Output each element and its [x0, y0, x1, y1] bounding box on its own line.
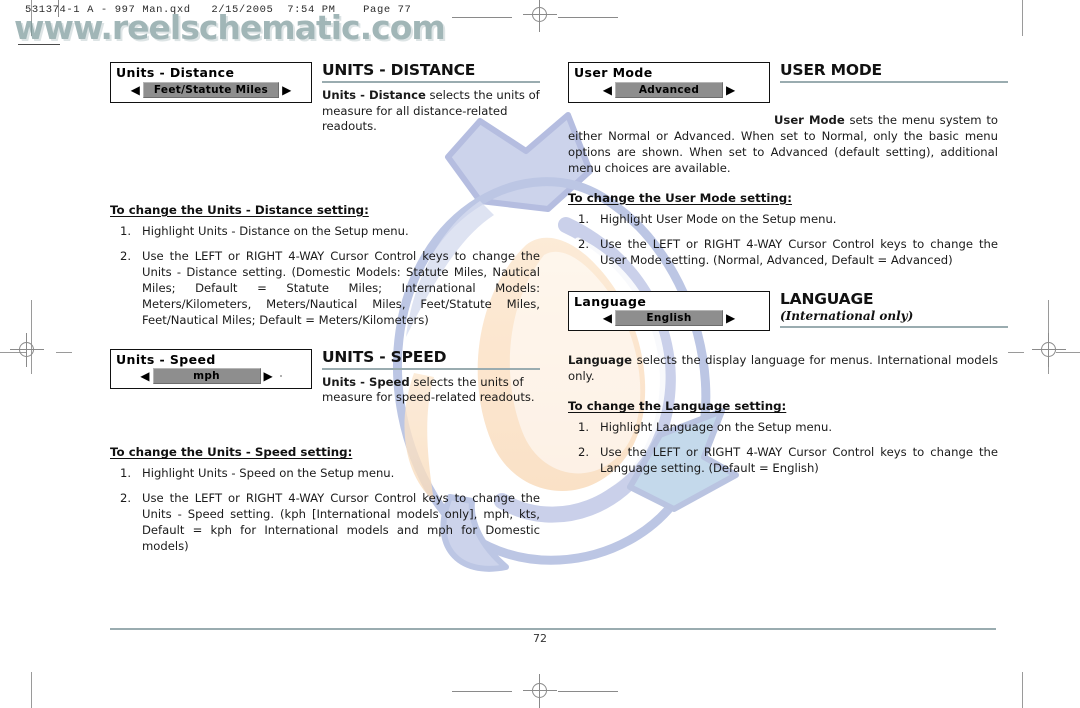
- trim-mark: [1022, 0, 1023, 36]
- section-intro-bold: Units - Speed: [322, 375, 410, 390]
- section-intro-bold: Units - Distance: [322, 88, 426, 103]
- howto-heading: To change the User Mode setting:: [568, 190, 792, 205]
- section-intro-rest: selects the display language for menus. …: [568, 353, 998, 384]
- menu-widget-value: Feet/Statute Miles: [142, 81, 280, 98]
- step-number: 1.: [578, 211, 590, 226]
- registration-mark-bottom: [523, 674, 557, 708]
- heading-rule: [322, 367, 540, 371]
- list-item: 1. Highlight Language on the Setup menu.: [568, 420, 998, 436]
- section-head-units-speed: UNITS - SPEED Units - Speed selects the …: [322, 347, 540, 406]
- left-arrow-icon[interactable]: ◀: [131, 84, 140, 96]
- menu-widget-units-speed[interactable]: Units - Speed ◀ mph ▶: [110, 348, 312, 390]
- section-heading: USER MODE: [780, 61, 882, 79]
- heading-rule: [322, 81, 540, 84]
- menu-widget-value: English: [615, 310, 723, 327]
- section-intro: Units - Distance selects the units of me…: [322, 88, 540, 134]
- list-item: 1. Highlight Units - Distance on the Setu…: [110, 224, 540, 240]
- trim-mark: [1008, 352, 1024, 353]
- section-user-mode: User Mode ◀ Advanced ▶ USER MODE User Mo…: [568, 62, 1008, 269]
- wordmark-underline: [18, 44, 60, 45]
- left-arrow-icon[interactable]: ◀: [140, 370, 149, 382]
- registration-mark-right: [1032, 333, 1066, 367]
- section-units-distance: Units - Distance ◀ Feet/Statute Miles ▶ …: [110, 62, 540, 329]
- step-number: 2.: [120, 248, 132, 263]
- step-number: 2.: [578, 445, 590, 460]
- step-number: 2.: [120, 491, 132, 506]
- step-number: 1.: [120, 466, 132, 481]
- list-item: 1. Highlight User Mode on the Setup menu.: [568, 212, 998, 228]
- steps-list: 1. Highlight User Mode on the Setup menu.…: [568, 212, 998, 269]
- step-text: Use the LEFT or RIGHT 4-WAY Cursor Contr…: [600, 445, 998, 476]
- registration-mark-left: [10, 333, 44, 367]
- menu-widget-value: mph: [152, 368, 261, 385]
- right-column: User Mode ◀ Advanced ▶ USER MODE User Mo…: [568, 62, 1008, 486]
- section-intro: Language selects the display language fo…: [568, 353, 998, 385]
- step-text: Highlight Units - Speed on the Setup men…: [142, 466, 395, 481]
- footer-rule: [110, 628, 996, 631]
- right-arrow-icon[interactable]: ▶: [726, 312, 735, 324]
- step-text: Use the LEFT or RIGHT 4-WAY Cursor Contr…: [142, 491, 540, 554]
- menu-widget-dot: [279, 375, 282, 378]
- menu-widget-title: User Mode: [574, 65, 653, 80]
- section-intro: Units - Speed selects the units of measu…: [322, 375, 540, 406]
- menu-widget-units-distance[interactable]: Units - Distance ◀ Feet/Statute Miles ▶: [110, 62, 312, 103]
- manual-page: 531374-1 A - 997 Man.qxd 2/15/2005 7:54 …: [0, 0, 1080, 708]
- registration-mark-top: [523, 0, 557, 32]
- heading-rule: [780, 81, 1008, 84]
- section-intro-bold: User Mode: [774, 112, 845, 127]
- steps-list: 1. Highlight Units - Distance on the Setu…: [110, 224, 540, 329]
- menu-widget-value: Advanced: [615, 81, 723, 98]
- steps-list: 1. Highlight Language on the Setup menu. …: [568, 420, 998, 477]
- section-heading: LANGUAGE: [780, 289, 874, 308]
- menu-widget-user-mode[interactable]: User Mode ◀ Advanced ▶: [568, 62, 770, 103]
- section-intro: User Mode sets the menu system to either…: [568, 113, 998, 177]
- steps-list: 1. Highlight Units - Speed on the Setup m…: [110, 466, 540, 555]
- trim-mark: [1022, 672, 1023, 708]
- right-arrow-icon[interactable]: ▶: [726, 84, 735, 96]
- list-item: 2. Use the LEFT or RIGHT 4-WAY Cursor Con…: [568, 237, 998, 269]
- list-item: 2. Use the LEFT or RIGHT 4-WAY Cursor Con…: [110, 491, 540, 555]
- registration-arm: [558, 17, 618, 18]
- right-arrow-icon[interactable]: ▶: [282, 84, 291, 96]
- section-head-units-distance: UNITS - DISTANCE Units - Distance select…: [322, 62, 540, 134]
- section-heading: UNITS - SPEED: [322, 347, 447, 366]
- list-item: 1. Highlight Units - Speed on the Setup m…: [110, 466, 540, 482]
- step-text: Highlight Units - Distance on the Setup …: [142, 223, 409, 238]
- step-number: 1.: [120, 223, 132, 238]
- step-number: 1.: [578, 420, 590, 435]
- step-text: Use the LEFT or RIGHT 4-WAY Cursor Contr…: [600, 236, 998, 267]
- right-arrow-icon[interactable]: ▶: [264, 370, 273, 382]
- section-head-user-mode: USER MODE: [780, 62, 1008, 88]
- registration-arm: [452, 17, 512, 18]
- menu-widget-title: Units - Distance: [116, 65, 235, 80]
- section-subheading: (International only): [780, 308, 914, 323]
- trim-mark: [31, 672, 32, 708]
- trim-mark: [56, 352, 72, 353]
- left-arrow-icon[interactable]: ◀: [603, 312, 612, 324]
- list-item: 2. Use the LEFT or RIGHT 4-WAY Cursor Con…: [568, 445, 998, 477]
- left-arrow-icon[interactable]: ◀: [603, 84, 612, 96]
- page-number: 72: [533, 632, 547, 645]
- section-intro-bold: Language: [568, 353, 633, 368]
- section-units-speed: Units - Speed ◀ mph ▶ UNITS - SPEED Unit…: [110, 347, 540, 556]
- section-heading: UNITS - DISTANCE: [322, 61, 476, 79]
- step-number: 2.: [578, 236, 590, 251]
- heading-rule: [780, 325, 1008, 329]
- list-item: 2. Use the LEFT or RIGHT 4-WAY Cursor Con…: [110, 249, 540, 329]
- menu-widget-title: Units - Speed: [116, 351, 216, 367]
- left-column: Units - Distance ◀ Feet/Statute Miles ▶ …: [110, 62, 540, 564]
- howto-heading: To change the Language setting:: [568, 399, 787, 414]
- step-text: Highlight Language on the Setup menu.: [600, 420, 833, 435]
- step-text: Use the LEFT or RIGHT 4-WAY Cursor Contr…: [142, 248, 540, 327]
- registration-arm: [452, 691, 512, 692]
- menu-widget-language[interactable]: Language ◀ English ▶: [568, 290, 770, 332]
- step-text: Highlight User Mode on the Setup menu.: [600, 211, 837, 226]
- howto-heading: To change the Units - Distance setting:: [110, 202, 369, 217]
- registration-arm: [558, 691, 618, 692]
- section-head-language: LANGUAGE (International only): [780, 289, 1008, 333]
- howto-heading: To change the Units - Speed setting:: [110, 445, 353, 460]
- site-wordmark: www.reelschematic.com: [14, 8, 446, 47]
- section-language: Language ◀ English ▶ LANGUAGE (Internati…: [568, 290, 1008, 478]
- menu-widget-title: Language: [574, 293, 647, 309]
